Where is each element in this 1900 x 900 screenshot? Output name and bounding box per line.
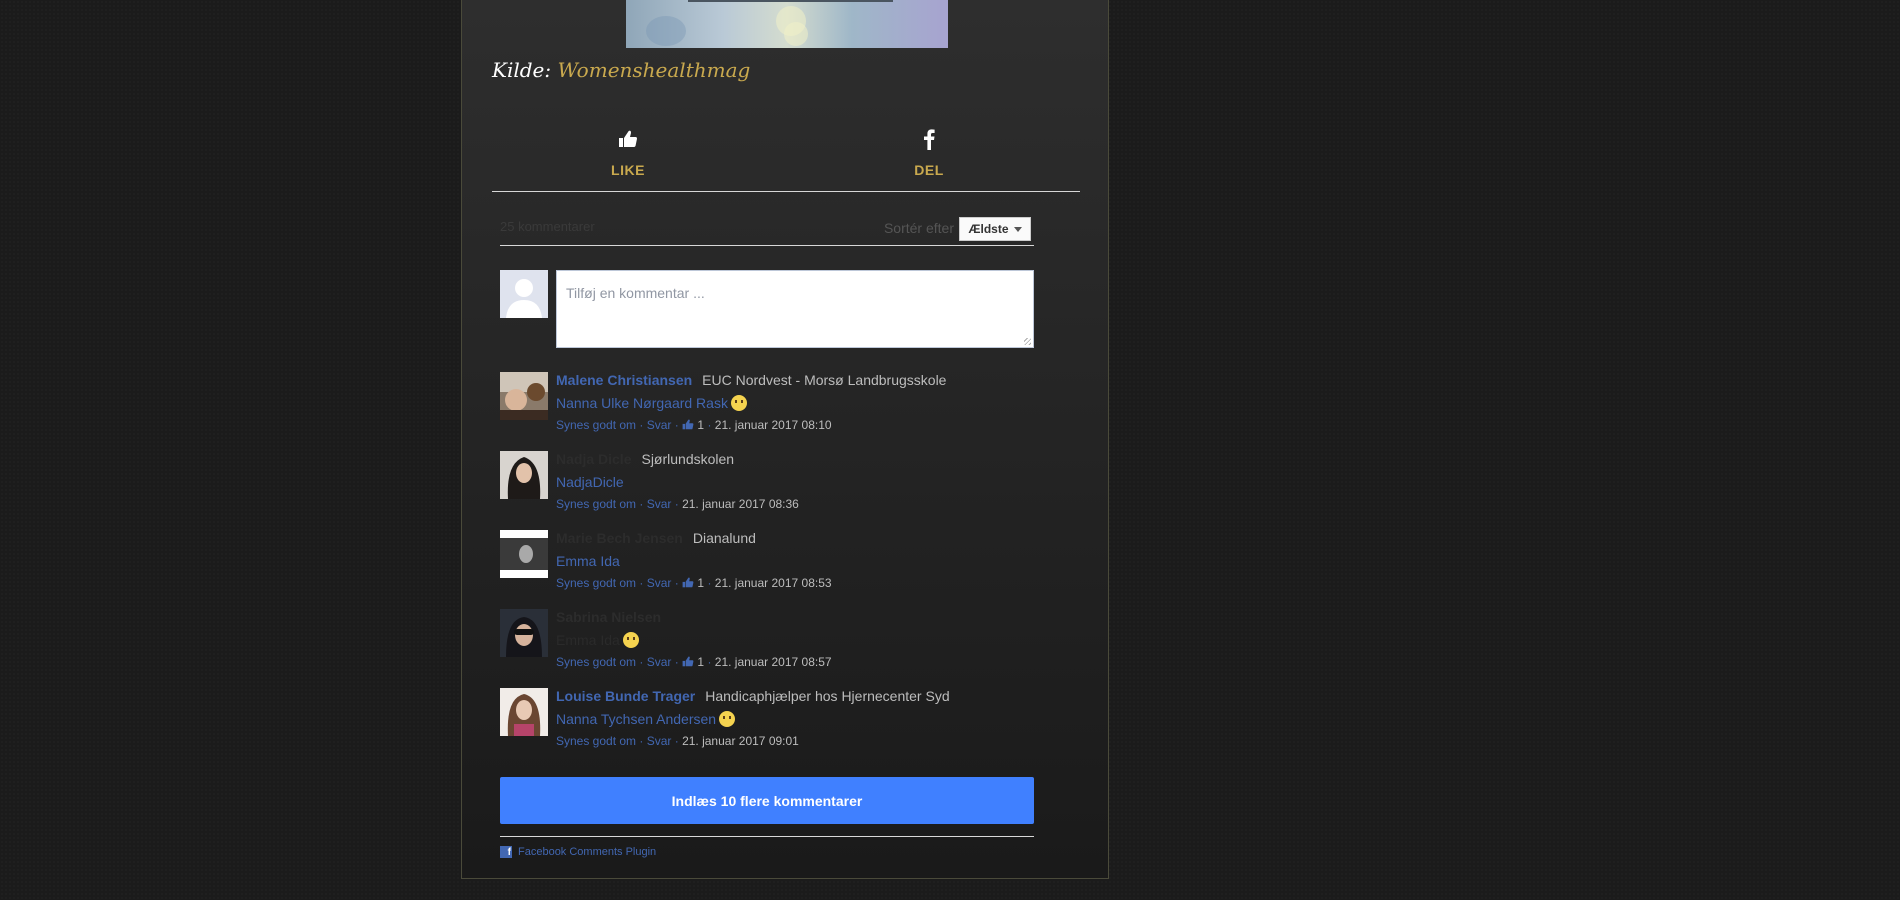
comment-author[interactable]: Malene Christiansen xyxy=(556,372,692,388)
comment-time[interactable]: 21. januar 2017 08:57 xyxy=(715,655,832,669)
reply-link[interactable]: Svar xyxy=(647,655,672,669)
like-count: 1 xyxy=(697,418,705,432)
comment-placeholder: Tilføj en kommentar ... xyxy=(566,285,705,301)
article-image xyxy=(626,0,948,48)
resize-handle-icon[interactable] xyxy=(1024,338,1031,345)
comment-item: Nadja Dicle Sjørlundskolen NadjaDicle Syn… xyxy=(500,451,1034,530)
comment-author[interactable]: Sabrina Nielsen xyxy=(556,609,661,625)
comment-item: Marie Bech Jensen Dianalund Emma Ida Syne… xyxy=(500,530,1034,609)
reply-link[interactable]: Svar xyxy=(647,497,672,511)
like-button[interactable]: LIKE xyxy=(558,126,698,178)
like-link[interactable]: Synes godt om xyxy=(556,655,636,669)
comment-author[interactable]: Marie Bech Jensen xyxy=(556,530,683,546)
sort-value: Ældste xyxy=(968,222,1009,236)
plugin-link[interactable]: Facebook Comments Plugin xyxy=(518,846,656,858)
comment-affiliation: Dianalund xyxy=(692,530,756,546)
comment-text[interactable]: Emma Ida xyxy=(556,632,620,648)
avatar[interactable] xyxy=(500,451,548,499)
comment-count: 25 kommentarer xyxy=(500,219,595,234)
source-line: Kilde: Womenshealthmag xyxy=(492,58,750,82)
comment-affiliation: Sjørlundskolen xyxy=(641,451,735,467)
like-count: 1 xyxy=(697,655,705,669)
load-more-button[interactable]: Indlæs 10 flere kommentarer xyxy=(500,777,1034,824)
comment-text[interactable]: Nanna Tychsen Andersen xyxy=(556,711,716,727)
source-link[interactable]: Womenshealthmag xyxy=(557,58,750,82)
sort-select[interactable]: Ældste xyxy=(959,217,1031,241)
comment-author[interactable]: Nadja Dicle xyxy=(556,451,631,467)
default-avatar xyxy=(500,270,548,318)
comment-affiliation: EUC Nordvest - Morsø Landbrugsskole xyxy=(702,372,947,388)
comment-item: Malene Christiansen EUC Nordvest - Morsø … xyxy=(500,372,1034,451)
thumbs-up-icon xyxy=(558,126,698,152)
avatar[interactable] xyxy=(500,530,548,578)
avatar[interactable] xyxy=(500,688,548,736)
avatar[interactable] xyxy=(500,372,548,420)
like-link[interactable]: Synes godt om xyxy=(556,734,636,748)
thumbs-up-icon xyxy=(682,419,694,430)
avatar[interactable] xyxy=(500,609,548,657)
plugin-footer: f Facebook Comments Plugin xyxy=(500,836,1034,858)
comment-author[interactable]: Louise Bunde Trager xyxy=(556,688,695,704)
comment-text[interactable]: NadjaDicle xyxy=(556,474,624,490)
facebook-icon xyxy=(859,126,999,152)
like-link[interactable]: Synes godt om xyxy=(556,418,636,432)
like-label: LIKE xyxy=(611,162,645,178)
action-bar: LIKE DEL xyxy=(492,126,1080,192)
sad-emoji-icon xyxy=(622,632,639,648)
comment-time[interactable]: 21. januar 2017 08:10 xyxy=(715,418,832,432)
sort-label: Sortér efter xyxy=(883,220,954,236)
like-link[interactable]: Synes godt om xyxy=(556,497,636,511)
thumbs-up-icon xyxy=(682,656,694,667)
reply-link[interactable]: Svar xyxy=(647,734,672,748)
comments-header: 25 kommentarer Sortér efter Ældste xyxy=(500,209,1034,246)
comment-input[interactable]: Tilføj en kommentar ... xyxy=(556,270,1034,348)
share-label: DEL xyxy=(914,162,944,178)
comment-list: Malene Christiansen EUC Nordvest - Morsø … xyxy=(500,372,1034,767)
flushed-emoji-icon xyxy=(719,711,736,727)
thumbs-up-icon xyxy=(682,577,694,588)
facebook-comments: 25 kommentarer Sortér efter Ældste Tilfø… xyxy=(500,209,1034,858)
comment-time[interactable]: 21. januar 2017 08:36 xyxy=(682,497,799,511)
comment-composer: Tilføj en kommentar ... xyxy=(500,270,1034,348)
comment-time[interactable]: 21. januar 2017 09:01 xyxy=(682,734,799,748)
load-more-label: Indlæs 10 flere kommentarer xyxy=(671,792,863,809)
source-label: Kilde: xyxy=(492,58,552,82)
like-link[interactable]: Synes godt om xyxy=(556,576,636,590)
facebook-icon: f xyxy=(500,846,512,858)
comment-item: Sabrina Nielsen Emma Ida Synes godt om ·… xyxy=(500,609,1034,688)
comment-time[interactable]: 21. januar 2017 08:53 xyxy=(715,576,832,590)
article-card: Kilde: Womenshealthmag LIKE DEL 25 komme… xyxy=(461,0,1109,879)
share-button[interactable]: DEL xyxy=(859,126,999,178)
chevron-down-icon xyxy=(1013,226,1022,232)
like-count: 1 xyxy=(697,576,705,590)
comment-text[interactable]: Emma Ida xyxy=(556,553,620,569)
comment-text[interactable]: Nanna Ulke Nørgaard Rask xyxy=(556,395,728,411)
comment-affiliation: Handicaphjælper hos Hjernecenter Syd xyxy=(705,688,950,704)
comment-item: Louise Bunde Trager Handicaphjælper hos H… xyxy=(500,688,1034,767)
surprised-emoji-icon xyxy=(730,395,747,411)
reply-link[interactable]: Svar xyxy=(647,418,672,432)
reply-link[interactable]: Svar xyxy=(647,576,672,590)
